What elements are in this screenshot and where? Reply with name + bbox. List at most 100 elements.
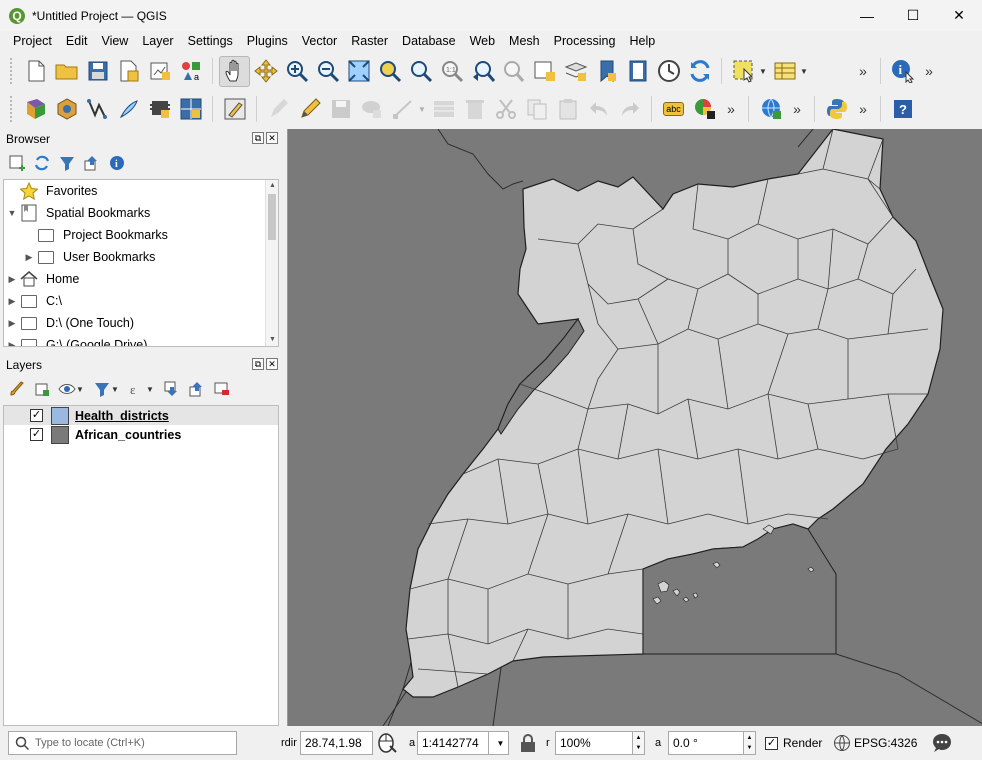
maximize-icon[interactable]: ☐: [890, 0, 936, 31]
attribute-table-button[interactable]: [769, 56, 800, 87]
refresh-browser-button[interactable]: [33, 154, 51, 172]
menu-layer[interactable]: Layer: [135, 34, 180, 48]
visibility-dropdown-arrow[interactable]: ▼: [76, 385, 86, 394]
toolbar-overflow-icon[interactable]: »: [852, 101, 874, 117]
close-panel-icon[interactable]: ✕: [266, 358, 278, 370]
identify-button[interactable]: i: [887, 56, 918, 87]
rotation-value[interactable]: 0.0 °: [668, 731, 744, 755]
zoom-last-button[interactable]: [467, 56, 498, 87]
float-panel-icon[interactable]: ⧉: [252, 132, 264, 144]
layer-visibility-checkbox[interactable]: ✓: [30, 409, 43, 422]
temporal-controller-button[interactable]: [653, 56, 684, 87]
filter-expression-button[interactable]: ε: [128, 380, 146, 398]
new-bookmark-button[interactable]: [529, 56, 560, 87]
render-checkbox[interactable]: ✓: [765, 736, 778, 750]
layer-visibility-checkbox[interactable]: ✓: [30, 428, 43, 441]
toolbar-grip[interactable]: [10, 58, 14, 84]
zoom-full-button[interactable]: [343, 56, 374, 87]
tree-item-g-drive[interactable]: ▶ G:\ (Google Drive): [4, 334, 278, 347]
refresh-button[interactable]: [684, 56, 715, 87]
scale-field[interactable]: 1:4142774 ▼: [417, 731, 509, 755]
zoom-out-button[interactable]: [312, 56, 343, 87]
locator-search-input[interactable]: Type to locate (Ctrl+K): [8, 731, 237, 755]
cut-button[interactable]: [490, 94, 521, 125]
menu-plugins[interactable]: Plugins: [240, 34, 295, 48]
magnifier-spin-buttons[interactable]: ▲ ▼: [633, 731, 645, 755]
menu-web[interactable]: Web: [463, 34, 502, 48]
close-icon[interactable]: ✕: [936, 0, 982, 31]
toolbar-overflow-icon[interactable]: »: [786, 101, 808, 117]
menu-edit[interactable]: Edit: [59, 34, 95, 48]
filter-legend-button[interactable]: [93, 380, 111, 398]
undo-button[interactable]: [583, 94, 614, 125]
minimize-icon[interactable]: —: [844, 0, 890, 31]
redo-button[interactable]: [614, 94, 645, 125]
add-feature-button[interactable]: [356, 94, 387, 125]
scale-dropdown-arrow[interactable]: ▼: [489, 731, 509, 755]
map-canvas[interactable]: [287, 129, 982, 726]
label-button[interactable]: abc: [658, 94, 689, 125]
add-selected-layers-button[interactable]: [8, 154, 26, 172]
collapse-all-button[interactable]: [83, 154, 101, 172]
tree-item-user-bookmarks[interactable]: ▶ User Bookmarks: [4, 246, 278, 268]
toolbar-grip[interactable]: [10, 96, 14, 122]
render-toggle[interactable]: ✓ Render: [765, 731, 822, 755]
tree-item-c-drive[interactable]: ▶ C:\: [4, 290, 278, 312]
zoom-to-layer-button[interactable]: [405, 56, 436, 87]
tree-item-d-drive[interactable]: ▶ D:\ (One Touch): [4, 312, 278, 334]
magnifier-field[interactable]: 100% ▲ ▼: [555, 731, 645, 755]
bookmark-button[interactable]: [591, 56, 622, 87]
filter-browser-button[interactable]: [58, 154, 76, 172]
new-shapefile-button[interactable]: [82, 94, 113, 125]
paste-button[interactable]: [552, 94, 583, 125]
layer-styling-button[interactable]: [8, 380, 26, 398]
save-project-button[interactable]: [82, 56, 113, 87]
edit-pencil-button[interactable]: [294, 94, 325, 125]
expression-dropdown-arrow[interactable]: ▼: [146, 385, 156, 394]
save-as-button[interactable]: [113, 56, 144, 87]
scrollbar-thumb[interactable]: [268, 194, 276, 240]
vertex-dropdown-arrow[interactable]: ▼: [418, 105, 428, 114]
magnifier-value[interactable]: 100%: [555, 731, 633, 755]
tree-expander[interactable]: ▶: [4, 340, 20, 347]
toggle-editing-button[interactable]: [263, 94, 294, 125]
select-features-button[interactable]: [728, 56, 759, 87]
toolbar-overflow-icon[interactable]: »: [852, 63, 874, 79]
browser-scrollbar[interactable]: ▲ ▼: [265, 180, 278, 346]
rotation-spin-buttons[interactable]: ▲ ▼: [744, 731, 756, 755]
manage-visibility-button[interactable]: [58, 380, 76, 398]
new-temp-layer-button[interactable]: [175, 94, 206, 125]
style-manager-button[interactable]: a: [175, 56, 206, 87]
float-panel-icon[interactable]: ⧉: [252, 358, 264, 370]
menu-settings[interactable]: Settings: [181, 34, 240, 48]
save-edits-button[interactable]: [325, 94, 356, 125]
menu-view[interactable]: View: [94, 34, 135, 48]
tree-item-favorites[interactable]: Favorites: [4, 180, 278, 202]
attribute-dropdown-arrow[interactable]: ▼: [800, 67, 810, 76]
print-layout-button[interactable]: [144, 56, 175, 87]
menu-project[interactable]: Project: [6, 34, 59, 48]
tree-item-home[interactable]: ▶ Home: [4, 268, 278, 290]
select-dropdown-arrow[interactable]: ▼: [759, 67, 769, 76]
filter-dropdown-arrow[interactable]: ▼: [111, 385, 121, 394]
collapse-all-button[interactable]: [188, 380, 206, 398]
toolbar-overflow-icon[interactable]: »: [918, 63, 940, 79]
globe-button[interactable]: [755, 94, 786, 125]
tree-item-project-bookmarks[interactable]: Project Bookmarks: [4, 224, 278, 246]
coordinate-value[interactable]: 28.74,1.98: [300, 731, 373, 755]
coordinate-field[interactable]: 28.74,1.98: [300, 731, 373, 755]
tree-expander[interactable]: ▶: [4, 274, 20, 285]
tree-expander[interactable]: ▶: [4, 318, 20, 329]
new-spatialite-button[interactable]: [113, 94, 144, 125]
crs-button[interactable]: EPSG:4326: [833, 731, 917, 755]
messages-button[interactable]: [931, 731, 953, 755]
tree-expander[interactable]: ▶: [4, 296, 20, 307]
scroll-down-icon[interactable]: ▼: [266, 334, 278, 346]
layer-row-health-districts[interactable]: ✓ Health_districts: [4, 406, 278, 425]
help-button[interactable]: ?: [887, 94, 918, 125]
copy-button[interactable]: [521, 94, 552, 125]
open-project-button[interactable]: [51, 56, 82, 87]
diagram-button[interactable]: [689, 94, 720, 125]
delete-selected-button[interactable]: [459, 94, 490, 125]
new-project-button[interactable]: [20, 56, 51, 87]
